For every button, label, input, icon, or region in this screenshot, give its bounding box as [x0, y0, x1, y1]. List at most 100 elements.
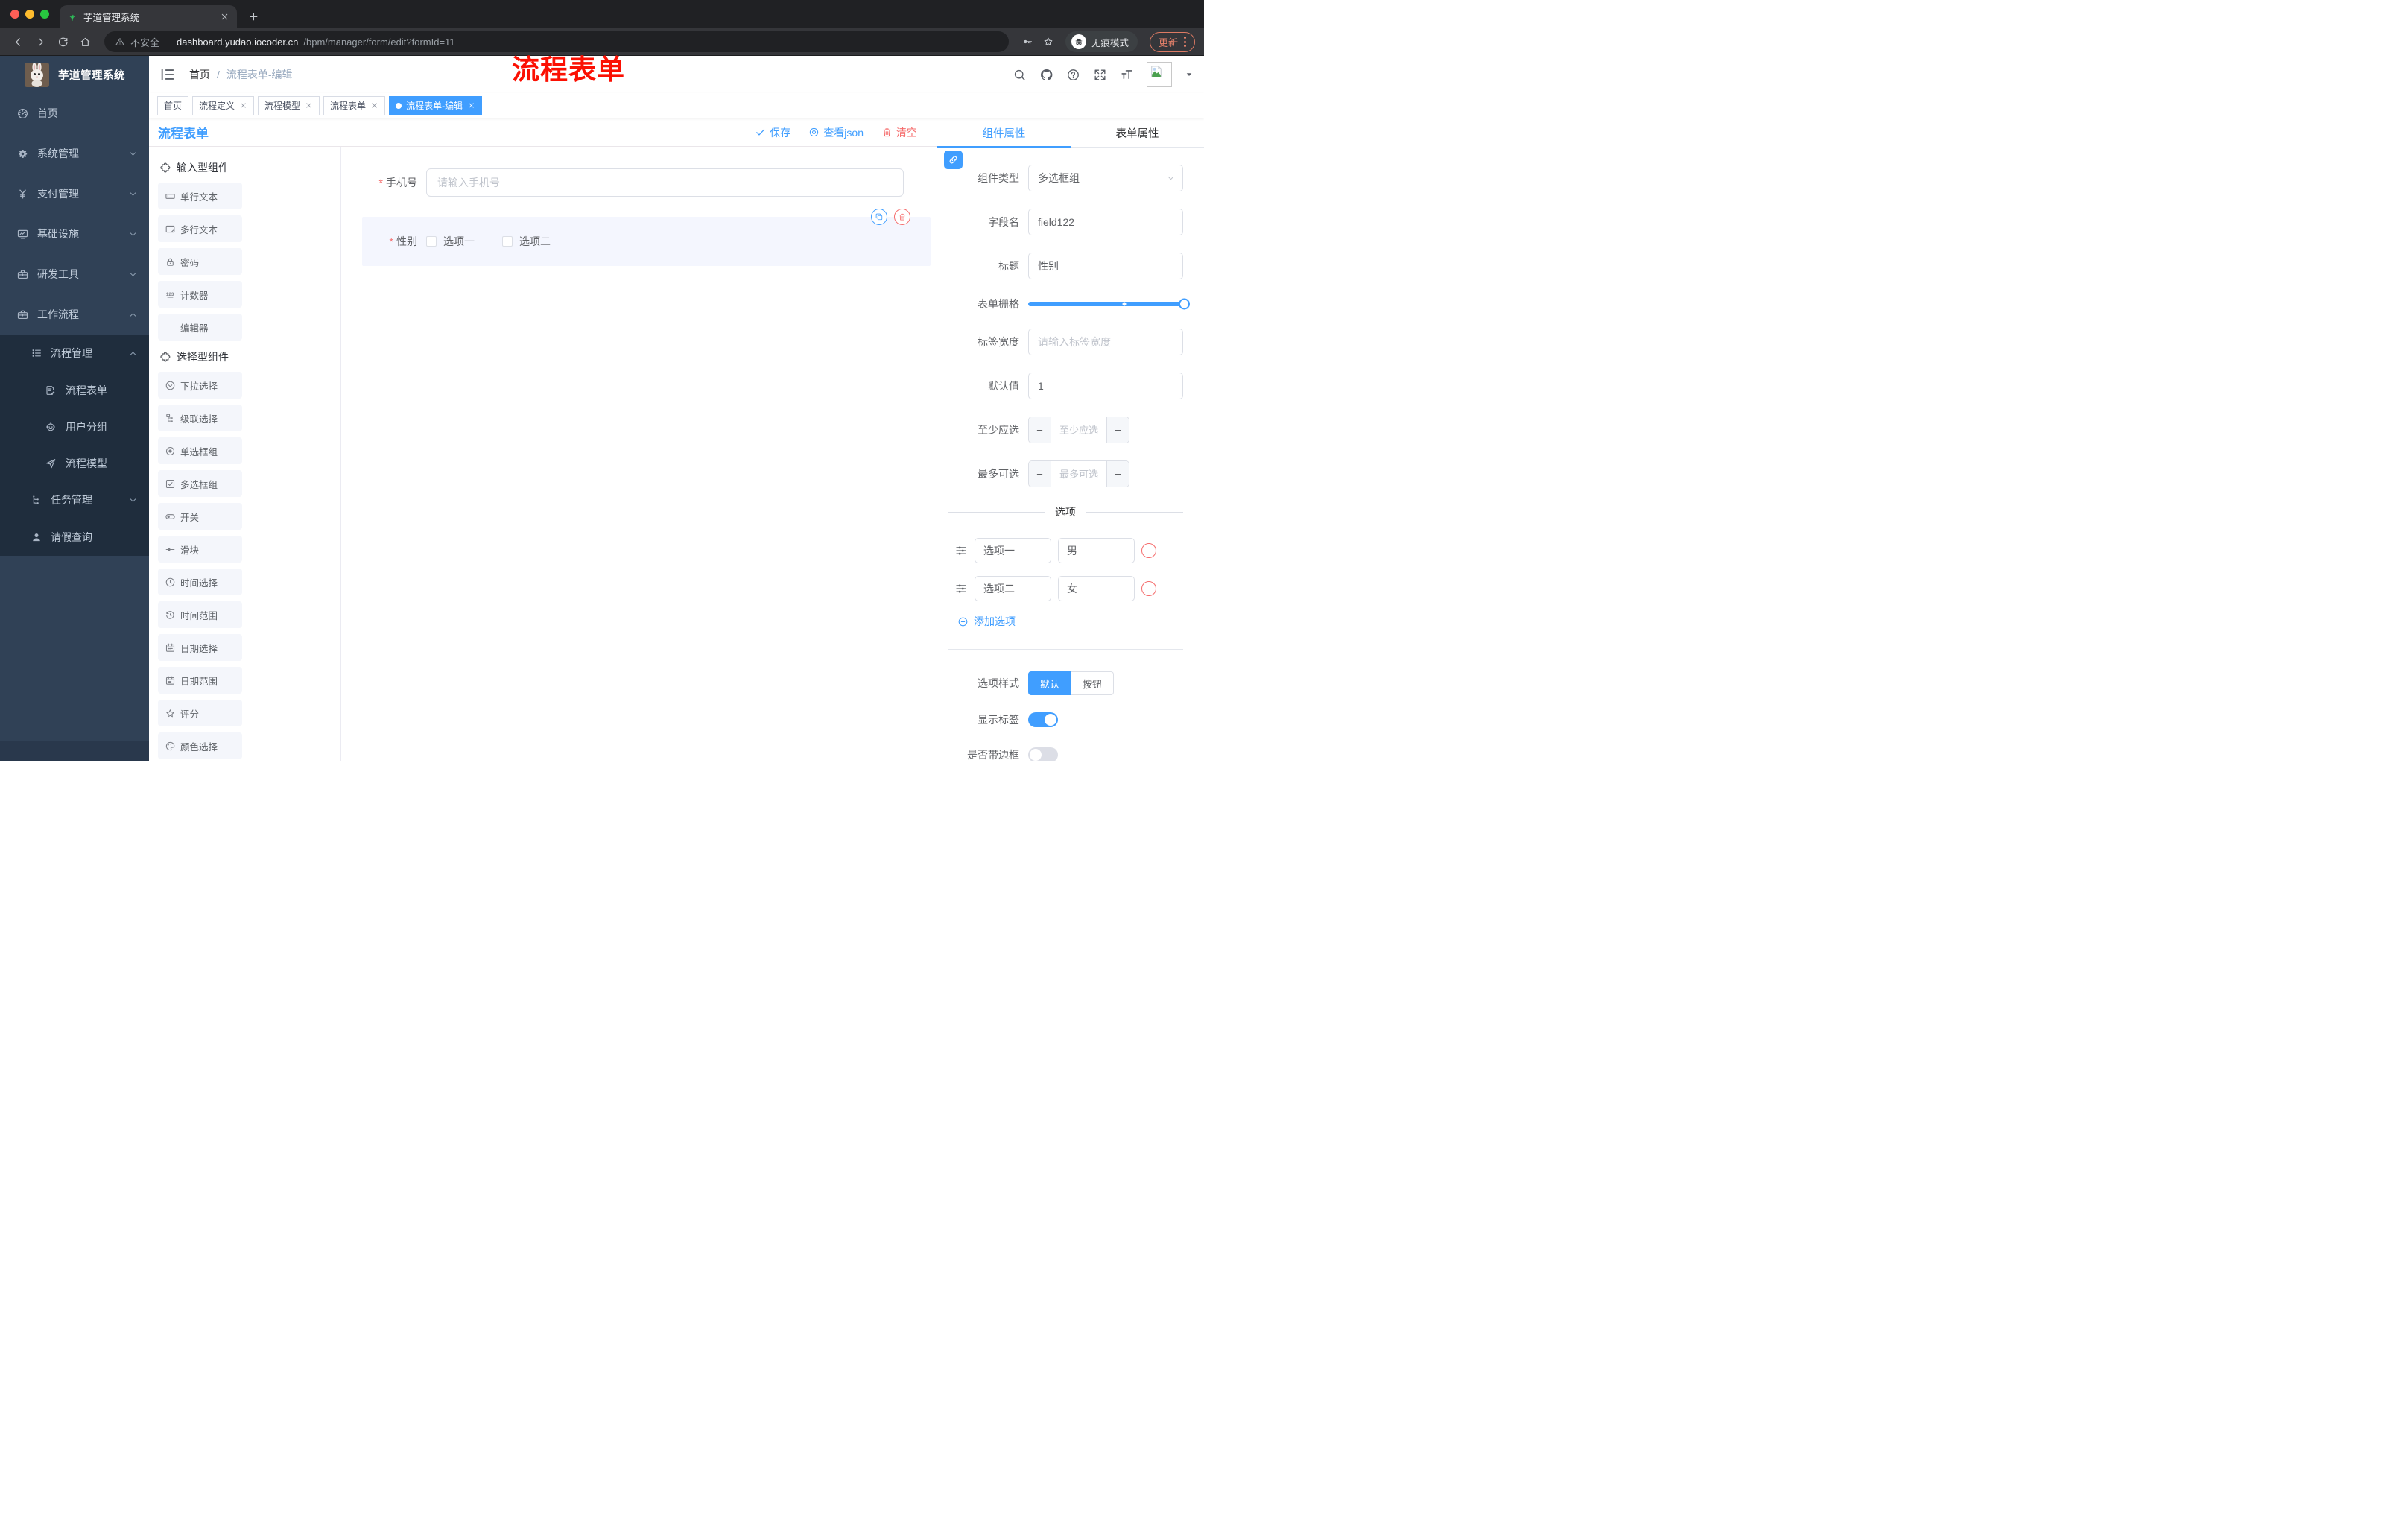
- palette-item-editor[interactable]: 编辑器: [158, 314, 242, 341]
- palette-item-radio-group[interactable]: 单选框组: [158, 437, 242, 464]
- style-button-button[interactable]: 按钮: [1071, 671, 1115, 695]
- increase-button[interactable]: [1106, 461, 1129, 487]
- label-width-input[interactable]: [1028, 329, 1183, 355]
- tag-process-definition[interactable]: 流程定义: [192, 95, 255, 115]
- avatar-caret-icon[interactable]: [1185, 70, 1194, 79]
- tag-close-icon[interactable]: [305, 101, 313, 110]
- tag-home[interactable]: 首页: [157, 95, 189, 115]
- tab-component-props[interactable]: 组件属性: [937, 118, 1071, 147]
- checkbox[interactable]: [426, 236, 437, 247]
- min-select-input[interactable]: [1051, 417, 1106, 443]
- palette-item-date-range[interactable]: 日期范围: [158, 667, 242, 694]
- clear-button[interactable]: 清空: [881, 125, 917, 140]
- slider-handle[interactable]: [1179, 298, 1190, 310]
- help-icon[interactable]: [1066, 68, 1080, 82]
- tag-process-form-edit[interactable]: 流程表单-编辑: [389, 95, 483, 115]
- sidebar-item-process-manager[interactable]: 流程管理: [0, 335, 149, 372]
- add-option-button[interactable]: 添加选项: [957, 614, 1183, 629]
- tag-process-form[interactable]: 流程表单: [323, 95, 386, 115]
- github-icon[interactable]: [1039, 68, 1054, 82]
- sidebar-item-user-group[interactable]: 用户分组: [0, 408, 149, 445]
- drag-handle-icon[interactable]: [954, 544, 968, 557]
- browser-tab[interactable]: 芋道管理系统: [60, 5, 237, 28]
- palette-item-password[interactable]: 密码: [158, 248, 242, 275]
- tag-process-model[interactable]: 流程模型: [258, 95, 320, 115]
- title-input[interactable]: [1028, 253, 1183, 279]
- palette-item-rate[interactable]: 评分: [158, 700, 242, 726]
- avatar[interactable]: [1147, 62, 1172, 87]
- max-select-input[interactable]: [1051, 461, 1106, 487]
- canvas-field-phone[interactable]: 手机号: [362, 168, 931, 197]
- tab-close-icon[interactable]: [220, 12, 229, 22]
- palette-item-time-picker[interactable]: 时间选择: [158, 569, 242, 595]
- palette-item-checkbox-group[interactable]: 多选框组: [158, 470, 242, 497]
- palette-item-counter[interactable]: 计数器: [158, 281, 242, 308]
- maximize-window-button[interactable]: [40, 10, 49, 19]
- sidebar-item-system[interactable]: 系统管理: [0, 133, 149, 174]
- option-2-value-input[interactable]: [1058, 576, 1135, 601]
- new-tab-button[interactable]: [244, 7, 262, 25]
- drag-handle-icon[interactable]: [954, 582, 968, 595]
- canvas-field-gender-selected[interactable]: 性别 选项一 选项二: [362, 209, 931, 266]
- gender-option-1[interactable]: 选项一: [426, 234, 475, 249]
- remove-option-button[interactable]: [1141, 543, 1156, 558]
- phone-input[interactable]: [426, 168, 904, 197]
- field-name-input[interactable]: [1028, 209, 1183, 235]
- component-type-select[interactable]: [1028, 165, 1183, 191]
- decrease-button[interactable]: [1029, 417, 1051, 443]
- sidebar-item-task-manager[interactable]: 任务管理: [0, 481, 149, 519]
- tag-close-icon[interactable]: [467, 101, 475, 110]
- minimize-window-button[interactable]: [25, 10, 34, 19]
- gender-option-2[interactable]: 选项二: [502, 234, 551, 249]
- delete-field-button[interactable]: [894, 209, 910, 225]
- bookmark-button[interactable]: [1040, 34, 1056, 50]
- close-window-button[interactable]: [10, 10, 19, 19]
- forward-button[interactable]: [31, 33, 49, 51]
- breadcrumb-home[interactable]: 首页: [189, 67, 210, 82]
- tag-close-icon[interactable]: [370, 101, 378, 110]
- duplicate-field-button[interactable]: [871, 209, 887, 225]
- option-2-label-input[interactable]: [975, 576, 1051, 601]
- address-bar[interactable]: 不安全 dashboard.yudao.iocoder.cn/bpm/manag…: [104, 31, 1009, 52]
- show-label-toggle[interactable]: [1028, 712, 1058, 727]
- sidebar-item-devtools[interactable]: 研发工具: [0, 254, 149, 294]
- sidebar-item-process-form[interactable]: 流程表单: [0, 372, 149, 408]
- font-size-icon[interactable]: [1120, 68, 1134, 82]
- save-button[interactable]: 保存: [755, 125, 790, 140]
- palette-item-cascader[interactable]: 级联选择: [158, 405, 242, 431]
- palette-item-multi-text[interactable]: 多行文本: [158, 215, 242, 242]
- default-value-input[interactable]: [1028, 373, 1183, 399]
- back-button[interactable]: [9, 33, 27, 51]
- select-value[interactable]: [1028, 165, 1183, 191]
- data-binding-handle[interactable]: [944, 151, 963, 169]
- sidebar-item-payment[interactable]: 支付管理: [0, 174, 149, 214]
- view-json-button[interactable]: 查看json: [808, 125, 864, 140]
- sidebar-collapse-icon[interactable]: [159, 66, 176, 83]
- sidebar-item-leave-query[interactable]: 请假查询: [0, 519, 149, 556]
- option-1-label-input[interactable]: [975, 538, 1051, 563]
- grid-slider[interactable]: [1028, 298, 1190, 310]
- increase-button[interactable]: [1106, 417, 1129, 443]
- palette-item-date-picker[interactable]: 日期选择: [158, 634, 242, 661]
- palette-item-slider[interactable]: 滑块: [158, 536, 242, 563]
- checkbox[interactable]: [502, 236, 513, 247]
- decrease-button[interactable]: [1029, 461, 1051, 487]
- sidebar-item-home[interactable]: 首页: [0, 93, 149, 133]
- palette-item-select[interactable]: 下拉选择: [158, 372, 242, 399]
- form-canvas[interactable]: 手机号 性别 选项一: [341, 147, 937, 762]
- palette-item-single-text[interactable]: 单行文本: [158, 183, 242, 209]
- sidebar-item-workflow[interactable]: 工作流程: [0, 294, 149, 335]
- home-button[interactable]: [76, 33, 94, 51]
- border-toggle[interactable]: [1028, 747, 1058, 762]
- tab-form-props[interactable]: 表单属性: [1071, 118, 1204, 147]
- tag-close-icon[interactable]: [239, 101, 247, 110]
- sidebar-item-process-model[interactable]: 流程模型: [0, 445, 149, 481]
- browser-update-button[interactable]: 更新: [1149, 31, 1195, 52]
- reload-button[interactable]: [54, 33, 72, 51]
- style-default-button[interactable]: 默认: [1028, 671, 1072, 695]
- option-1-value-input[interactable]: [1058, 538, 1135, 563]
- search-icon[interactable]: [1013, 68, 1027, 82]
- palette-item-time-range[interactable]: 时间范围: [158, 601, 242, 628]
- sidebar-item-infrastructure[interactable]: 基础设施: [0, 214, 149, 254]
- fullscreen-icon[interactable]: [1093, 68, 1107, 82]
